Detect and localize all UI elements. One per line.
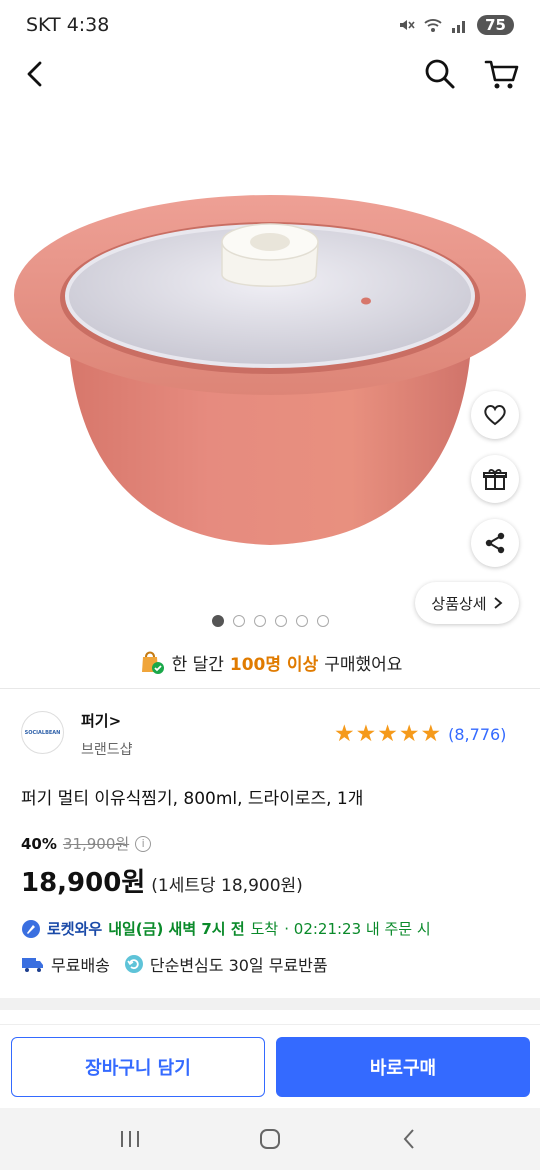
carousel-dot[interactable]	[274, 615, 287, 627]
discount-rate: 40%	[21, 834, 57, 853]
truck-icon	[22, 958, 43, 972]
add-to-cart-button[interactable]: 장바구니 담기	[11, 1037, 265, 1097]
sale-price: 18,900원	[21, 868, 146, 898]
brand-shop-label: 브랜드샵	[81, 742, 133, 758]
star-icon: ★	[334, 721, 355, 747]
product-detail-label: 상품상세	[431, 594, 487, 613]
social-proof-suffix: 구매했어요	[324, 654, 403, 675]
brand-name-link[interactable]: 퍼기>	[81, 710, 121, 731]
purchase-action-bar: 장바구니 담기 바로구매	[0, 1024, 540, 1104]
star-icon: ★	[420, 721, 442, 747]
carousel-dot[interactable]	[316, 615, 329, 627]
discount-row: 40% 31,900원 i	[21, 833, 152, 854]
star-icon: ★	[398, 721, 420, 747]
arrival-date: 내일(금) 새벽 7시 전	[108, 920, 245, 938]
gift-button[interactable]	[471, 455, 519, 503]
shipping-row: 무료배송 단순변심도 30일 무료반품	[21, 952, 328, 976]
info-icon[interactable]: i	[135, 835, 152, 852]
share-icon	[485, 532, 505, 554]
rocket-delivery-row: 로켓와우 내일(금) 새벽 7시 전 도착 · 02:21:23 내 주문 시	[21, 918, 431, 939]
rocket-icon	[22, 919, 40, 938]
top-nav	[0, 50, 540, 98]
purchase-count-banner: 한 달간 100명 이상 구매했어요	[0, 645, 540, 679]
status-bar: SKT 4:38 75	[0, 0, 540, 50]
order-countdown: · 02:21:23 내 주문 시	[284, 920, 431, 938]
section-separator	[0, 998, 540, 1010]
battery-indicator: 75	[477, 15, 514, 35]
back-nav-icon[interactable]	[397, 1126, 423, 1152]
chevron-right-icon	[494, 597, 502, 609]
wishlist-button[interactable]	[471, 391, 519, 439]
share-button[interactable]	[471, 519, 519, 567]
social-proof-highlight: 100명 이상	[229, 654, 319, 675]
heart-icon	[484, 405, 506, 426]
cart-icon[interactable]	[482, 54, 522, 94]
carousel-dot[interactable]	[232, 615, 245, 627]
buy-now-button[interactable]: 바로구매	[276, 1037, 530, 1097]
back-arrow-icon[interactable]	[18, 56, 54, 92]
free-return: 단순변심도 30일 무료반품	[149, 956, 328, 975]
original-price: 31,900원	[62, 835, 130, 853]
divider	[0, 688, 540, 689]
social-proof-prefix: 한 달간	[171, 654, 224, 675]
status-time: SKT 4:38	[26, 14, 110, 36]
signal-icon	[452, 21, 466, 33]
status-icons: 75	[397, 15, 514, 35]
arrival-suffix: 도착	[250, 920, 279, 938]
review-count[interactable]: (8,776)	[448, 725, 506, 744]
unit-price: (1세트당 18,900원)	[151, 876, 303, 896]
rating-summary[interactable]: ★ ★ ★ ★ ★ (8,776)	[334, 722, 506, 746]
return-icon	[124, 955, 143, 973]
recent-apps-icon[interactable]	[117, 1127, 143, 1151]
star-icon: ★	[355, 721, 377, 747]
product-image[interactable]	[0, 100, 540, 640]
gift-icon	[483, 469, 507, 490]
carousel-indicator	[0, 615, 540, 627]
star-icon: ★	[377, 721, 398, 747]
search-icon[interactable]	[420, 54, 460, 94]
carousel-dot[interactable]	[295, 615, 308, 627]
carousel-dot[interactable]	[211, 615, 224, 627]
carousel-dot[interactable]	[253, 615, 266, 627]
shopping-bag-check-icon	[141, 651, 164, 674]
brand-logo[interactable]: SOCIALBEAN	[21, 711, 64, 754]
free-shipping: 무료배송	[51, 956, 110, 975]
mute-icon	[400, 20, 415, 30]
product-title: 퍼기 멀티 이유식찜기, 800ml, 드라이로즈, 1개	[21, 789, 364, 809]
system-nav-bar	[0, 1108, 540, 1170]
price-row: 18,900원 (1세트당 18,900원)	[21, 862, 303, 899]
home-icon[interactable]	[257, 1126, 283, 1152]
rocket-wow-label: 로켓와우	[47, 920, 103, 938]
wifi-icon	[424, 19, 442, 32]
